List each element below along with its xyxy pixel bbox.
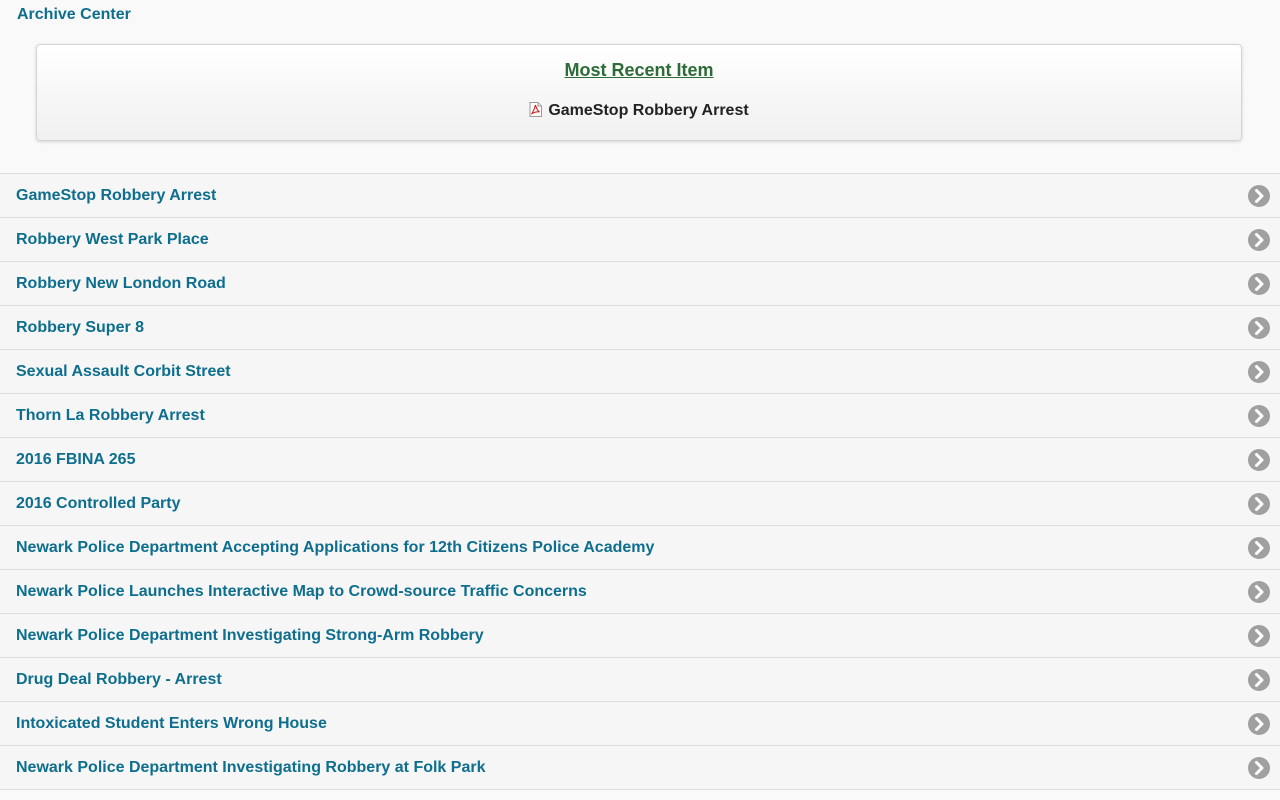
- list-item-label: Drug Deal Robbery - Arrest: [16, 671, 222, 688]
- list-item[interactable]: Robbery Super 8: [0, 306, 1280, 350]
- chevron-right-circle-icon: [1248, 185, 1270, 207]
- list-item-label: Intoxicated Student Enters Wrong House: [16, 715, 327, 732]
- list-item[interactable]: Robbery West Park Place: [0, 218, 1280, 262]
- list-item-label: Newark Police Department Investigating S…: [16, 627, 484, 644]
- chevron-right-circle-icon: [1248, 625, 1270, 647]
- chevron-right-circle-icon: [1248, 757, 1270, 779]
- archive-list: GameStop Robbery Arrest Robbery West Park…: [0, 173, 1280, 790]
- list-item[interactable]: Newark Police Department Investigating R…: [0, 746, 1280, 790]
- chevron-right-circle-icon: [1248, 405, 1270, 427]
- list-item[interactable]: 2016 FBINA 265: [0, 438, 1280, 482]
- chevron-right-circle-icon: [1248, 317, 1270, 339]
- list-item[interactable]: Newark Police Department Accepting Appli…: [0, 526, 1280, 570]
- chevron-right-circle-icon: [1248, 361, 1270, 383]
- list-item[interactable]: Newark Police Department Investigating S…: [0, 614, 1280, 658]
- list-item[interactable]: Drug Deal Robbery - Arrest: [0, 658, 1280, 702]
- list-item-label: Newark Police Department Investigating R…: [16, 759, 486, 776]
- most-recent-heading[interactable]: Most Recent Item: [37, 60, 1241, 81]
- chevron-right-circle-icon: [1248, 229, 1270, 251]
- list-item-label: 2016 FBINA 265: [16, 451, 136, 468]
- list-item[interactable]: 2016 Controlled Party: [0, 482, 1280, 526]
- chevron-right-circle-icon: [1248, 669, 1270, 691]
- chevron-right-circle-icon: [1248, 581, 1270, 603]
- list-item[interactable]: Thorn La Robbery Arrest: [0, 394, 1280, 438]
- list-item[interactable]: Robbery New London Road: [0, 262, 1280, 306]
- list-item-label: Robbery West Park Place: [16, 231, 209, 248]
- pdf-icon: [529, 102, 543, 117]
- list-item-label: Robbery New London Road: [16, 275, 226, 292]
- list-item-label: 2016 Controlled Party: [16, 495, 181, 512]
- chevron-right-circle-icon: [1248, 273, 1270, 295]
- list-item[interactable]: Intoxicated Student Enters Wrong House: [0, 702, 1280, 746]
- chevron-right-circle-icon: [1248, 713, 1270, 735]
- list-item-label: Robbery Super 8: [16, 319, 145, 336]
- list-item-label: Sexual Assault Corbit Street: [16, 363, 231, 380]
- list-item-label: Thorn La Robbery Arrest: [16, 407, 205, 424]
- list-item-label: Newark Police Department Accepting Appli…: [16, 539, 655, 556]
- most-recent-item-label: GameStop Robbery Arrest: [548, 102, 749, 119]
- list-item[interactable]: Newark Police Launches Interactive Map t…: [0, 570, 1280, 614]
- most-recent-card: Most Recent Item GameStop Robbery Arrest: [36, 44, 1242, 141]
- list-item-label: GameStop Robbery Arrest: [16, 187, 217, 204]
- chevron-right-circle-icon: [1248, 449, 1270, 471]
- chevron-right-circle-icon: [1248, 537, 1270, 559]
- most-recent-item-link[interactable]: GameStop Robbery Arrest: [37, 102, 1241, 120]
- archive-center-link[interactable]: Archive Center: [17, 6, 131, 24]
- list-item[interactable]: Sexual Assault Corbit Street: [0, 350, 1280, 394]
- list-item-label: Newark Police Launches Interactive Map t…: [16, 583, 587, 600]
- list-item[interactable]: GameStop Robbery Arrest: [0, 174, 1280, 218]
- chevron-right-circle-icon: [1248, 493, 1270, 515]
